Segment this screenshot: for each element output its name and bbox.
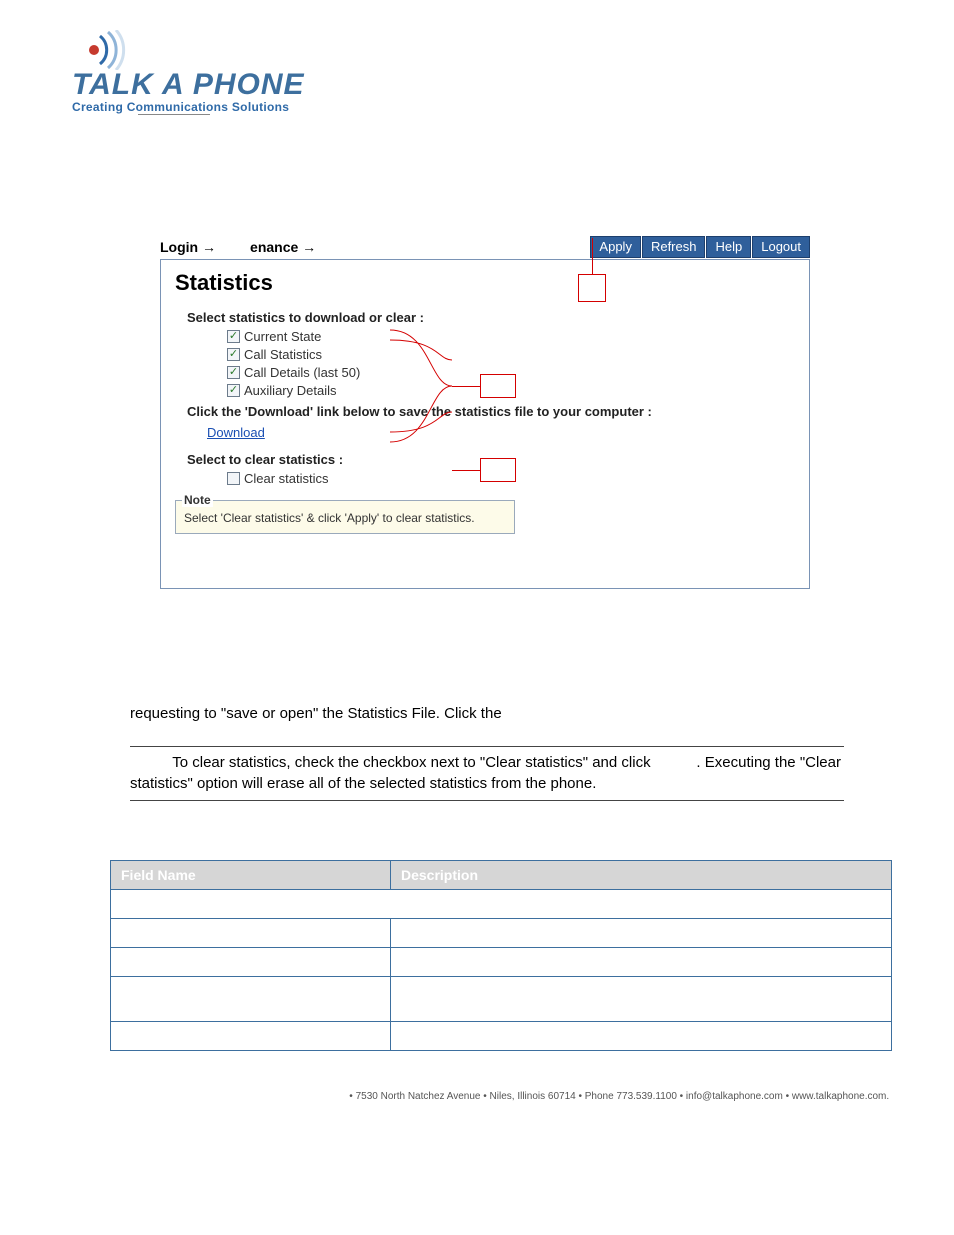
table-caption: The following fields appear on the downl…: [130, 837, 894, 854]
cb-current-state[interactable]: ✓Current State: [227, 329, 795, 344]
table-row: Number of unsuccessful registration atte…: [111, 976, 892, 1021]
checkbox-icon: ✓: [227, 348, 240, 361]
th-field: Field Name: [111, 860, 391, 889]
step-2: 2. Select the checkbox next to each stat…: [130, 617, 824, 658]
callout-a-label: A: [584, 282, 593, 297]
page-number: 73: [60, 1121, 834, 1133]
label-select-download: Select statistics to download or clear :: [187, 310, 795, 325]
callout-b-label: B: [492, 378, 501, 393]
firmware: Firmware v3.0.2: [138, 117, 894, 132]
help-button[interactable]: Help: [706, 236, 751, 258]
panel-title: Statistics: [175, 270, 795, 296]
section-heading: 4.21. Statistics: [110, 162, 894, 180]
table-group-row: Current State: [111, 889, 892, 918]
checkbox-icon: ✓: [227, 330, 240, 343]
group-current-state: Current State: [111, 889, 892, 918]
checkbox-icon: [227, 472, 240, 485]
download-link[interactable]: Download: [207, 425, 265, 440]
logout-button[interactable]: Logout: [752, 236, 810, 258]
rule: [138, 114, 210, 115]
table-header-row: Field Name Description: [111, 860, 892, 889]
step-1: 1. After making a selection enter the fo…: [130, 188, 894, 222]
checkbox-icon: ✓: [227, 366, 240, 379]
note-legend: Note: [182, 493, 213, 507]
crumb-login[interactable]: Login → Maintenance → enance → Statistic…: [160, 239, 382, 255]
callout-c-line2: [274, 470, 452, 471]
checkbox-icon: ✓: [227, 384, 240, 397]
footer: Page 73 of 85 Rev 9/20/2012 Copyright 20…: [60, 1091, 894, 1113]
callout-c-label: C: [492, 462, 501, 477]
note-box: Note Select 'Clear statistics' & click '…: [175, 500, 515, 534]
note-bar: Note: To clear statistics, check the che…: [130, 746, 844, 801]
note-text: Select 'Clear statistics' & click 'Apply…: [184, 511, 475, 525]
screenshot-panel: Login → Maintenance → enance → Statistic…: [160, 234, 810, 589]
logo-subtext: Creating Communications Solutions: [72, 100, 894, 114]
refresh-button[interactable]: Refresh: [642, 236, 706, 258]
table-row: Registration stateThe current VoIP regis…: [111, 947, 892, 976]
callout-b-bracket: [390, 330, 460, 440]
th-desc: Description: [391, 860, 892, 889]
statistics-table: Field Name Description Current State Mod…: [110, 860, 892, 1051]
table-row: Last successful registrationThe timestam…: [111, 1021, 892, 1050]
breadcrumb-bar: Login → Maintenance → enance → Statistic…: [160, 234, 810, 260]
apply-button[interactable]: Apply: [590, 236, 641, 258]
callout-a-line: [592, 238, 593, 274]
statistics-panel: Statistics Select statistics to download…: [160, 259, 810, 589]
callout-c-line: [452, 470, 480, 471]
logo-icon: [72, 30, 142, 70]
cb-call-statistics[interactable]: ✓Call Statistics: [227, 347, 795, 362]
step-3: 3. Click the Download link to begin the …: [130, 664, 824, 725]
table-row: ModeThe current Phone Mode of the phone.: [111, 918, 892, 947]
label-click-download: Click the 'Download' link below to save …: [187, 404, 795, 419]
